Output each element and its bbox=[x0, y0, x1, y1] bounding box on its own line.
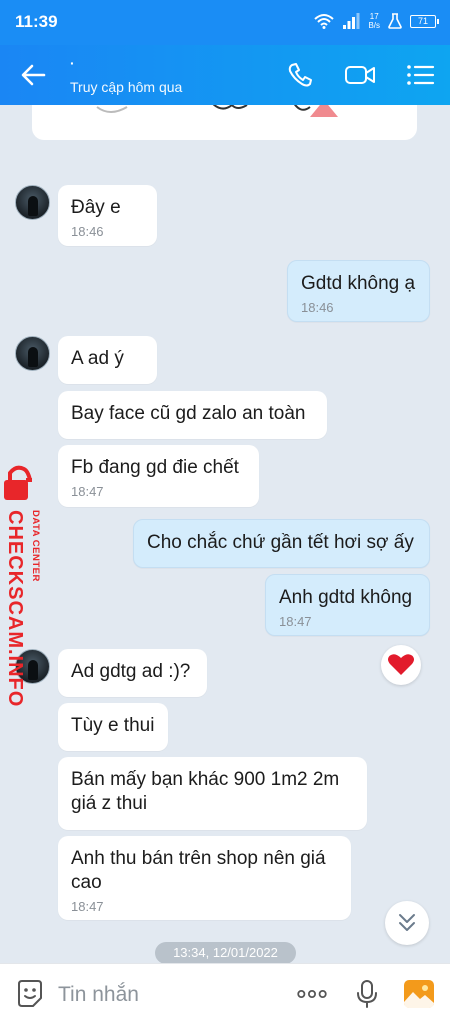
wifi-icon bbox=[314, 14, 335, 29]
network-speed-unit: B/s bbox=[368, 21, 380, 30]
status-time: 11:39 bbox=[15, 12, 58, 31]
network-speed-value: 17 bbox=[369, 12, 379, 21]
status-bar: 11:39 17 B/s 71 bbox=[0, 0, 450, 45]
message-text: Ad gdtg ad :)? bbox=[71, 661, 191, 682]
message-bubble-incoming[interactable]: Anh thu bán trên shop nên giá cao 18:47 bbox=[58, 836, 351, 920]
phone-icon[interactable] bbox=[285, 61, 317, 89]
signal-icon bbox=[343, 13, 360, 29]
message-time: 18:47 bbox=[71, 899, 104, 914]
message-bubble-incoming[interactable]: A ad ý bbox=[58, 336, 157, 384]
message-text: A ad ý bbox=[71, 348, 124, 369]
flask-icon bbox=[388, 13, 402, 29]
message-bubble-incoming[interactable]: Bán mấy bạn khác 900 1m2 2m giá z thui bbox=[58, 757, 367, 830]
message-bubble-incoming[interactable]: Ad gdtg ad :)? bbox=[58, 649, 207, 697]
back-arrow-icon[interactable] bbox=[18, 61, 50, 89]
message-time: 18:47 bbox=[279, 614, 312, 629]
message-input-bar: Tin nhắn bbox=[0, 963, 450, 1024]
menu-list-icon[interactable] bbox=[404, 61, 436, 89]
message-bubble-outgoing[interactable]: Gdtd không ạ 18:46 bbox=[287, 260, 430, 322]
message-bubble-incoming[interactable]: Fb đang gd đie chết 18:47 bbox=[58, 445, 259, 507]
message-text: Gdtd không ạ bbox=[301, 273, 416, 294]
video-call-icon[interactable] bbox=[344, 61, 376, 89]
message-input[interactable]: Tin nhắn bbox=[58, 983, 139, 1007]
avatar[interactable] bbox=[15, 185, 50, 220]
reaction-button[interactable] bbox=[381, 645, 421, 685]
message-text: Anh gdtd không bbox=[279, 587, 413, 608]
message-bubble-incoming[interactable]: Đây e 18:46 bbox=[58, 185, 157, 246]
chat-area[interactable]: Đây e 18:46 Gdtd không ạ 18:46 A ad ý Ba… bbox=[0, 105, 450, 963]
message-time: 18:46 bbox=[71, 224, 104, 239]
message-time: 18:46 bbox=[301, 300, 334, 315]
message-time: 18:47 bbox=[71, 484, 104, 499]
watermark-subtext: DATA CENTER bbox=[30, 510, 41, 582]
previous-sticker-card[interactable] bbox=[32, 105, 417, 140]
microphone-icon[interactable] bbox=[351, 978, 383, 1010]
double-chevron-down-icon bbox=[399, 914, 415, 931]
sticker-icon[interactable] bbox=[14, 978, 46, 1010]
date-badge: 13:34, 12/01/2022 bbox=[155, 942, 296, 963]
network-speed: 17 B/s bbox=[368, 12, 380, 30]
battery-icon: 71 bbox=[410, 14, 439, 28]
chat-header: · Truy cập hôm qua bbox=[0, 45, 450, 105]
message-bubble-outgoing[interactable]: Cho chắc chứ gần tết hơi sợ ấy bbox=[133, 519, 430, 568]
avatar[interactable] bbox=[15, 336, 50, 371]
message-bubble-outgoing[interactable]: Anh gdtd không 18:47 bbox=[265, 574, 430, 636]
message-bubble-incoming[interactable]: Bay face cũ gd zalo an toàn bbox=[58, 391, 327, 439]
message-text: Bay face cũ gd zalo an toàn bbox=[71, 403, 306, 424]
contact-name[interactable]: · bbox=[70, 55, 75, 71]
message-text: Anh thu bán trên shop nên giá cao bbox=[71, 848, 326, 893]
message-text: Đây e bbox=[71, 197, 121, 218]
heart-icon bbox=[388, 654, 414, 675]
message-text: Bán mấy bạn khác 900 1m2 2m giá z thui bbox=[71, 769, 340, 814]
message-text: Tùy e thui bbox=[71, 715, 155, 736]
message-bubble-incoming[interactable]: Tùy e thui bbox=[58, 703, 168, 751]
sticker-image bbox=[96, 105, 338, 117]
image-icon[interactable] bbox=[403, 978, 435, 1010]
status-icons: 17 B/s 71 bbox=[314, 12, 439, 30]
scroll-to-bottom-button[interactable] bbox=[385, 901, 429, 945]
watermark-lock-icon bbox=[4, 465, 32, 500]
last-seen-status: Truy cập hôm qua bbox=[70, 79, 183, 95]
more-dots-icon[interactable] bbox=[296, 978, 328, 1010]
message-text: Cho chắc chứ gần tết hơi sợ ấy bbox=[147, 532, 414, 553]
message-text: Fb đang gd đie chết bbox=[71, 457, 239, 478]
watermark-text: CHECKSCAM.INFO bbox=[4, 510, 26, 708]
